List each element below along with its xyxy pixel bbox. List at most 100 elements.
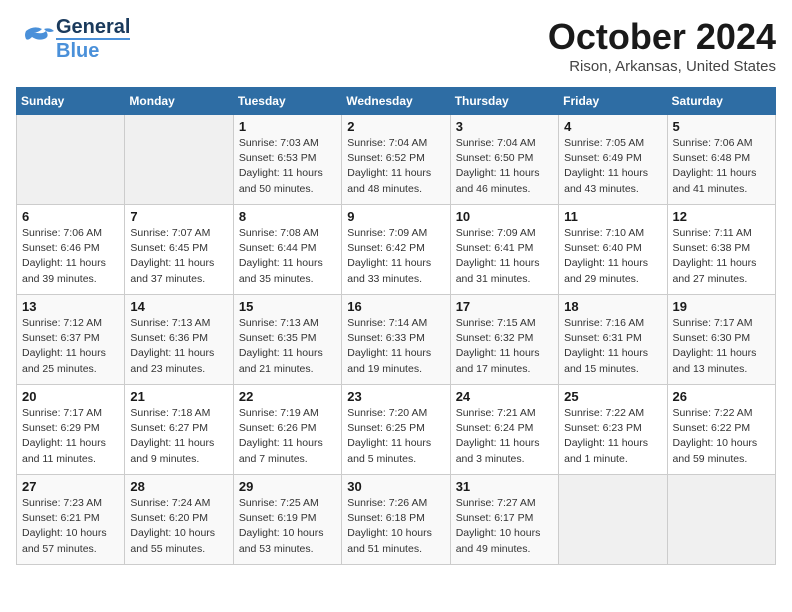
calendar-cell: 22 Sunrise: 7:19 AMSunset: 6:26 PMDayligh…: [233, 385, 341, 475]
day-info: Sunrise: 7:09 AMSunset: 6:42 PMDaylight:…: [347, 226, 444, 287]
day-info: Sunrise: 7:06 AMSunset: 6:48 PMDaylight:…: [673, 136, 770, 197]
month-title: October 2024: [548, 16, 776, 58]
calendar-cell: 17Sunrise: 7:15 AMSunset: 6:32 PMDayligh…: [450, 295, 558, 385]
day-number: 30: [347, 479, 444, 494]
day-info: Sunrise: 7:07 AMSunset: 6:45 PMDaylight:…: [130, 226, 227, 287]
day-info: Sunrise: 7:21 AMSunset: 6:24 PMDaylight:…: [456, 406, 553, 467]
logo-blue: Blue: [56, 38, 130, 62]
calendar-week-row: 13 Sunrise: 7:12 AMSunset: 6:37 PMDayligh…: [17, 295, 776, 385]
day-number: 20: [22, 389, 119, 404]
calendar-cell: 26Sunrise: 7:22 AMSunset: 6:22 PMDayligh…: [667, 385, 775, 475]
calendar-cell: 14Sunrise: 7:13 AMSunset: 6:36 PMDayligh…: [125, 295, 233, 385]
calendar-cell: 6 Sunrise: 7:06 AMSunset: 6:46 PMDaylight…: [17, 205, 125, 295]
calendar-cell: 28 Sunrise: 7:24 AMSunset: 6:20 PMDayligh…: [125, 475, 233, 565]
weekday-header-row: SundayMondayTuesdayWednesdayThursdayFrid…: [17, 88, 776, 115]
calendar-cell: 29Sunrise: 7:25 AMSunset: 6:19 PMDayligh…: [233, 475, 341, 565]
calendar-week-row: 20 Sunrise: 7:17 AMSunset: 6:29 PMDayligh…: [17, 385, 776, 475]
day-number: 10: [456, 209, 553, 224]
calendar-cell: 10 Sunrise: 7:09 AMSunset: 6:41 PMDayligh…: [450, 205, 558, 295]
day-info: Sunrise: 7:14 AMSunset: 6:33 PMDaylight:…: [347, 316, 444, 377]
day-info: Sunrise: 7:11 AMSunset: 6:38 PMDaylight:…: [673, 226, 770, 287]
calendar-cell: 8Sunrise: 7:08 AMSunset: 6:44 PMDaylight…: [233, 205, 341, 295]
day-number: 26: [673, 389, 770, 404]
location-subtitle: Rison, Arkansas, United States: [548, 58, 776, 75]
day-number: 5: [673, 119, 770, 134]
day-info: Sunrise: 7:04 AMSunset: 6:50 PMDaylight:…: [456, 136, 553, 197]
calendar-cell: 16Sunrise: 7:14 AMSunset: 6:33 PMDayligh…: [342, 295, 450, 385]
day-number: 15: [239, 299, 336, 314]
calendar-cell: 27 Sunrise: 7:23 AMSunset: 6:21 PMDayligh…: [17, 475, 125, 565]
day-info: Sunrise: 7:17 AMSunset: 6:30 PMDaylight:…: [673, 316, 770, 377]
calendar-cell: [125, 115, 233, 205]
weekday-header: Monday: [125, 88, 233, 115]
weekday-header: Thursday: [450, 88, 558, 115]
day-info: Sunrise: 7:27 AMSunset: 6:17 PMDaylight:…: [456, 496, 553, 557]
calendar-cell: 12Sunrise: 7:11 AMSunset: 6:38 PMDayligh…: [667, 205, 775, 295]
day-number: 29: [239, 479, 336, 494]
day-number: 8: [239, 209, 336, 224]
day-number: 4: [564, 119, 661, 134]
weekday-header: Friday: [559, 88, 667, 115]
day-number: 28: [130, 479, 227, 494]
logo-icon: [16, 23, 54, 55]
calendar-cell: [667, 475, 775, 565]
day-info: Sunrise: 7:17 AMSunset: 6:29 PMDaylight:…: [22, 406, 119, 467]
calendar-cell: 7Sunrise: 7:07 AMSunset: 6:45 PMDaylight…: [125, 205, 233, 295]
calendar-cell: 25Sunrise: 7:22 AMSunset: 6:23 PMDayligh…: [559, 385, 667, 475]
weekday-header: Sunday: [17, 88, 125, 115]
calendar-week-row: 6 Sunrise: 7:06 AMSunset: 6:46 PMDaylight…: [17, 205, 776, 295]
calendar-table: SundayMondayTuesdayWednesdayThursdayFrid…: [16, 87, 776, 565]
day-number: 22: [239, 389, 336, 404]
day-info: Sunrise: 7:23 AMSunset: 6:21 PMDaylight:…: [22, 496, 119, 557]
day-info: Sunrise: 7:26 AMSunset: 6:18 PMDaylight:…: [347, 496, 444, 557]
calendar-cell: 3Sunrise: 7:04 AMSunset: 6:50 PMDaylight…: [450, 115, 558, 205]
day-number: 23: [347, 389, 444, 404]
calendar-cell: 31 Sunrise: 7:27 AMSunset: 6:17 PMDayligh…: [450, 475, 558, 565]
day-number: 2: [347, 119, 444, 134]
day-number: 6: [22, 209, 119, 224]
calendar-cell: 23 Sunrise: 7:20 AMSunset: 6:25 PMDayligh…: [342, 385, 450, 475]
logo-general: General: [56, 16, 130, 38]
day-info: Sunrise: 7:18 AMSunset: 6:27 PMDaylight:…: [130, 406, 227, 467]
calendar-cell: 24Sunrise: 7:21 AMSunset: 6:24 PMDayligh…: [450, 385, 558, 475]
day-number: 31: [456, 479, 553, 494]
day-number: 13: [22, 299, 119, 314]
day-info: Sunrise: 7:24 AMSunset: 6:20 PMDaylight:…: [130, 496, 227, 557]
day-info: Sunrise: 7:16 AMSunset: 6:31 PMDaylight:…: [564, 316, 661, 377]
day-number: 9: [347, 209, 444, 224]
calendar-cell: 19 Sunrise: 7:17 AMSunset: 6:30 PMDayligh…: [667, 295, 775, 385]
weekday-header: Tuesday: [233, 88, 341, 115]
day-info: Sunrise: 7:13 AMSunset: 6:36 PMDaylight:…: [130, 316, 227, 377]
title-block: October 2024 Rison, Arkansas, United Sta…: [548, 16, 776, 75]
calendar-cell: 1Sunrise: 7:03 AMSunset: 6:53 PMDaylight…: [233, 115, 341, 205]
calendar-week-row: 27 Sunrise: 7:23 AMSunset: 6:21 PMDayligh…: [17, 475, 776, 565]
day-info: Sunrise: 7:05 AMSunset: 6:49 PMDaylight:…: [564, 136, 661, 197]
calendar-cell: 30 Sunrise: 7:26 AMSunset: 6:18 PMDayligh…: [342, 475, 450, 565]
day-number: 19: [673, 299, 770, 314]
day-info: Sunrise: 7:04 AMSunset: 6:52 PMDaylight:…: [347, 136, 444, 197]
calendar-cell: 9 Sunrise: 7:09 AMSunset: 6:42 PMDaylight…: [342, 205, 450, 295]
weekday-header: Wednesday: [342, 88, 450, 115]
day-info: Sunrise: 7:15 AMSunset: 6:32 PMDaylight:…: [456, 316, 553, 377]
weekday-header: Saturday: [667, 88, 775, 115]
day-info: Sunrise: 7:09 AMSunset: 6:41 PMDaylight:…: [456, 226, 553, 287]
calendar-cell: [559, 475, 667, 565]
calendar-cell: 11Sunrise: 7:10 AMSunset: 6:40 PMDayligh…: [559, 205, 667, 295]
day-number: 27: [22, 479, 119, 494]
day-info: Sunrise: 7:12 AMSunset: 6:37 PMDaylight:…: [22, 316, 119, 377]
calendar-cell: 18 Sunrise: 7:16 AMSunset: 6:31 PMDayligh…: [559, 295, 667, 385]
day-info: Sunrise: 7:13 AMSunset: 6:35 PMDaylight:…: [239, 316, 336, 377]
day-info: Sunrise: 7:19 AMSunset: 6:26 PMDaylight:…: [239, 406, 336, 467]
calendar-cell: 2 Sunrise: 7:04 AMSunset: 6:52 PMDaylight…: [342, 115, 450, 205]
calendar-cell: 4 Sunrise: 7:05 AMSunset: 6:49 PMDaylight…: [559, 115, 667, 205]
calendar-week-row: 1Sunrise: 7:03 AMSunset: 6:53 PMDaylight…: [17, 115, 776, 205]
calendar-cell: 20 Sunrise: 7:17 AMSunset: 6:29 PMDayligh…: [17, 385, 125, 475]
day-number: 11: [564, 209, 661, 224]
day-info: Sunrise: 7:06 AMSunset: 6:46 PMDaylight:…: [22, 226, 119, 287]
day-number: 18: [564, 299, 661, 314]
calendar-cell: [17, 115, 125, 205]
day-number: 21: [130, 389, 227, 404]
day-info: Sunrise: 7:03 AMSunset: 6:53 PMDaylight:…: [239, 136, 336, 197]
calendar-cell: 15 Sunrise: 7:13 AMSunset: 6:35 PMDayligh…: [233, 295, 341, 385]
day-info: Sunrise: 7:20 AMSunset: 6:25 PMDaylight:…: [347, 406, 444, 467]
